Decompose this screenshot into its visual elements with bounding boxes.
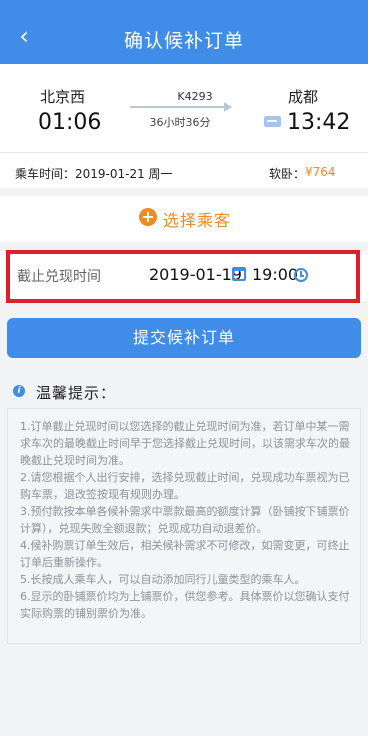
tips-box: 1.订单截止兑现时间以您选择的截止兑现时间为准，若订单中某一需求车次的最晚截止时… bbox=[7, 408, 361, 644]
tip-item: 5.长按成人乘车人，可以自动添加同行儿童类型的乘车人。 bbox=[20, 573, 306, 586]
tip-item: 2.请您根据个人出行安排，选择兑现截止时间，兑现成功车票视为已购车票，退改签按现… bbox=[20, 471, 350, 501]
tips-header: i 温馨提示： bbox=[0, 380, 368, 404]
select-passenger-label: 选择乘客 bbox=[163, 211, 232, 230]
ticket-price: ¥764 bbox=[305, 165, 336, 179]
depart-time: 01:06 bbox=[38, 110, 102, 135]
submit-order-button[interactable]: 提交候补订单 bbox=[7, 318, 361, 358]
seat-type: 软卧： bbox=[269, 167, 306, 181]
route-arrow bbox=[130, 102, 232, 112]
ride-date: 乘车时间：2019-01-21 周一 bbox=[15, 167, 173, 181]
info-icon: i bbox=[13, 385, 25, 397]
train-number: K4293 bbox=[177, 90, 213, 103]
train-info-card: 北京西 01:06 K4293 36小时36分 成都 13:42 bbox=[0, 64, 368, 152]
ride-info-row: 乘车时间：2019-01-21 周一 软卧： ¥764 bbox=[0, 152, 368, 188]
status-bar bbox=[0, 0, 368, 10]
nav-header: ‹ 确认候补订单 bbox=[0, 10, 368, 64]
select-passenger-button[interactable]: + 选择乘客 bbox=[0, 196, 368, 242]
from-station: 北京西 bbox=[40, 88, 86, 106]
arrive-time: 13:42 bbox=[287, 110, 351, 135]
tip-item: 1.订单截止兑现时间以您选择的截止兑现时间为准，若订单中某一需求车次的最晚截止时… bbox=[20, 420, 350, 467]
ticket-icon bbox=[264, 116, 281, 127]
tip-item: 4.候补购票订单生效后，相关候补需求不可修改，如需变更，可终止订单后重新操作。 bbox=[20, 539, 350, 569]
tip-item: 3.预付款按本单各候补需求中票款最高的额度计算（卧铺按下铺票价计算），兑现失败全… bbox=[20, 505, 350, 535]
to-station: 成都 bbox=[288, 88, 319, 106]
tips-title: 温馨提示： bbox=[36, 384, 117, 402]
tip-item: 6.显示的卧铺票价均为上铺票价，供您参考。具体票价以您确认支付实际购票的铺别票价… bbox=[20, 590, 350, 620]
page-title: 确认候补订单 bbox=[123, 30, 244, 52]
trip-duration: 36小时36分 bbox=[149, 116, 211, 129]
plus-icon: + bbox=[139, 208, 157, 226]
highlight-box bbox=[6, 250, 360, 303]
